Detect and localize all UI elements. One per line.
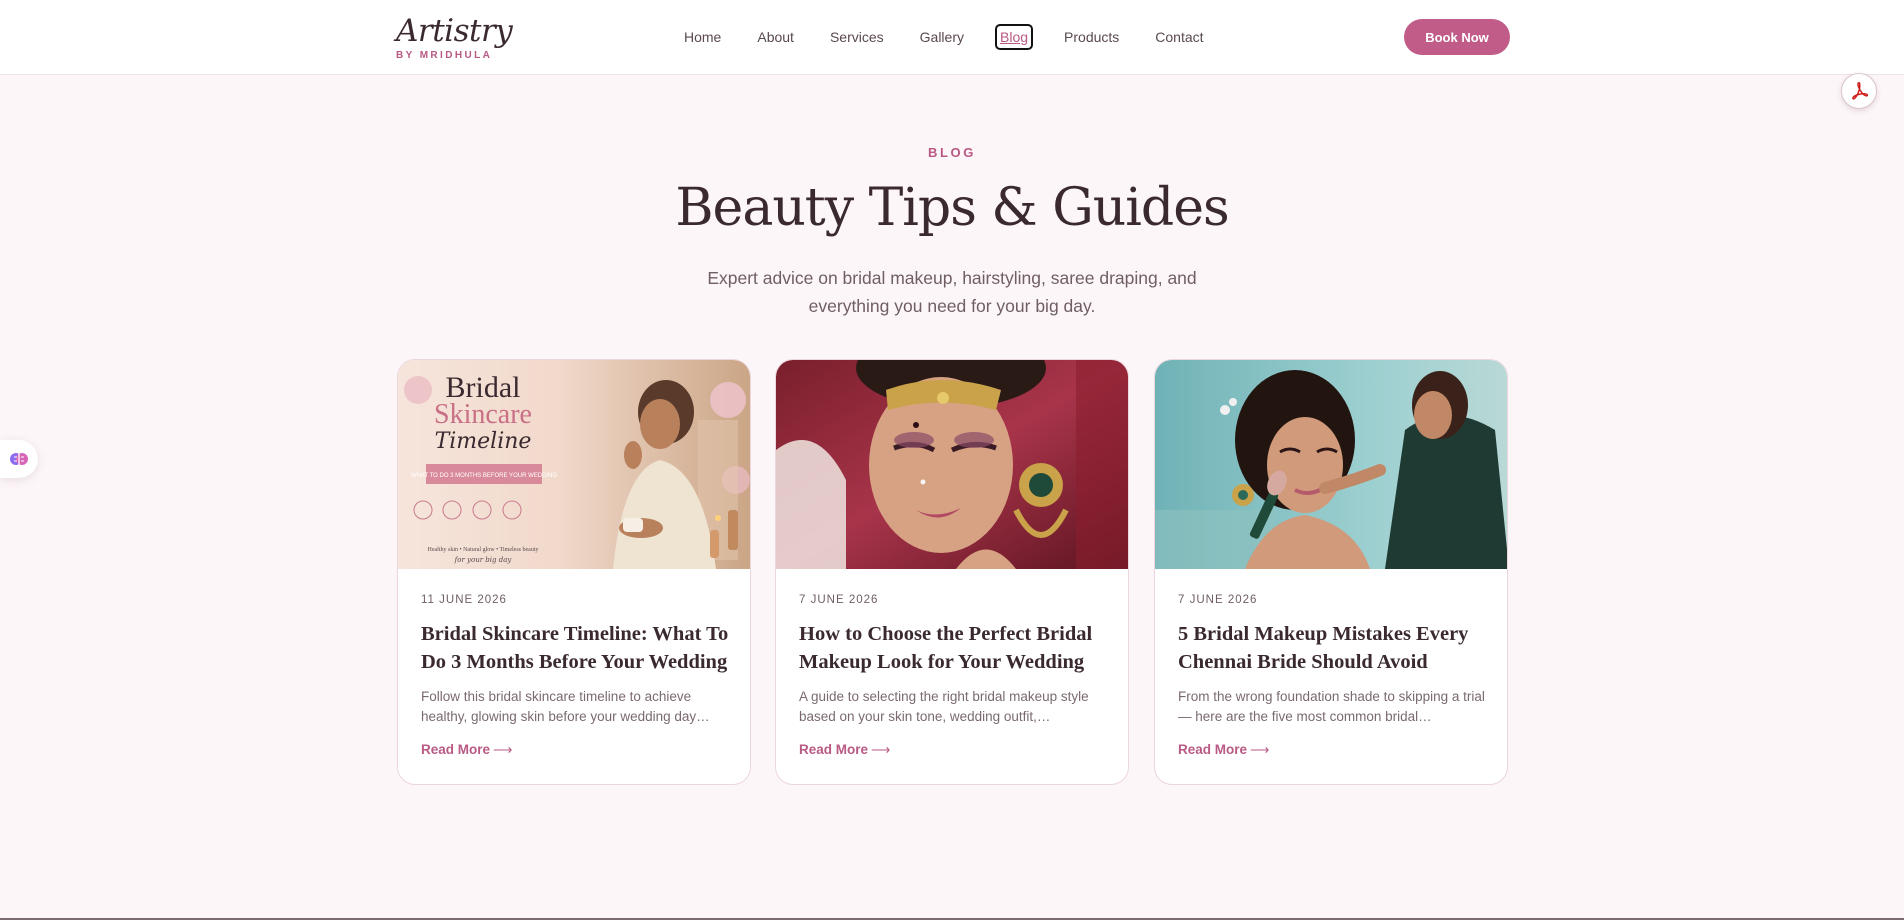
post-date: 7 JUNE 2026 <box>1178 594 1258 606</box>
post-image[interactable]: Bridal Skincare Timeline WHAT TO DO 3 MO… <box>398 360 750 569</box>
arrow-right-icon: ⟶ <box>493 742 513 757</box>
arrow-right-icon: ⟶ <box>871 742 891 757</box>
post-excerpt-text: Follow this bridal skincare timeline to … <box>421 689 710 724</box>
blog-card[interactable]: 7 JUNE 2026 5 Bridal Makeup Mistakes Eve… <box>1154 359 1508 785</box>
nav-link-gallery[interactable]: Gallery <box>918 27 966 47</box>
nav-link-home[interactable]: Home <box>682 27 723 47</box>
page-title: Beauty Tips & Guides <box>675 178 1229 238</box>
read-more-label: Read More <box>421 742 491 757</box>
skincare-timeline-image: Bridal Skincare Timeline WHAT TO DO 3 MO… <box>398 360 750 569</box>
nav-link-about[interactable]: About <box>755 27 796 47</box>
brain-icon <box>10 453 28 465</box>
pdf-button[interactable] <box>1841 73 1877 109</box>
blog-card[interactable]: 7 JUNE 2026 How to Choose the Perfect Br… <box>775 359 1129 785</box>
site-header: Artistry BY MRIDHULA Home About Services… <box>0 0 1904 75</box>
assistant-button[interactable] <box>0 440 38 478</box>
nav-link-blog[interactable]: Blog <box>994 24 1034 50</box>
section-eyebrow: BLOG <box>928 145 976 160</box>
post-excerpt: From the wrong foundation shade to skipp… <box>1178 687 1490 727</box>
nav-item: Home <box>682 27 723 47</box>
post-image[interactable] <box>776 360 1128 569</box>
svg-text:Timeline: Timeline <box>435 429 532 454</box>
bridal-makeup-photo <box>776 360 1128 569</box>
pdf-icon <box>1852 82 1869 100</box>
makeup-artist-photo <box>1155 360 1507 569</box>
nav-link-contact[interactable]: Contact <box>1153 27 1205 47</box>
arrow-right-icon: ⟶ <box>1250 742 1270 757</box>
post-date: 7 JUNE 2026 <box>799 594 879 606</box>
blog-card[interactable]: Bridal Skincare Timeline WHAT TO DO 3 MO… <box>397 359 751 785</box>
svg-text:WHAT TO DO 3 MONTHS BEFORE YOU: WHAT TO DO 3 MONTHS BEFORE YOUR WEDDING <box>411 473 557 479</box>
read-more-label: Read More <box>799 742 869 757</box>
nav-item: Contact <box>1153 27 1205 47</box>
book-now-button[interactable]: Book Now <box>1404 19 1510 55</box>
post-excerpt: Follow this bridal skincare timeline to … <box>421 687 733 727</box>
svg-text:Healthy skin • Natural glow •: Healthy skin • Natural glow • Timeless b… <box>427 547 538 553</box>
main-nav: Home About Services Gallery Blog Product… <box>682 24 1206 50</box>
nav-item: Services <box>828 27 886 47</box>
page-subtitle: Expert advice on bridal makeup, hairstyl… <box>707 268 1197 316</box>
read-more-label: Read More <box>1178 742 1248 757</box>
nav-item: Products <box>1062 27 1121 47</box>
post-image[interactable] <box>1155 360 1507 569</box>
post-excerpt: A guide to selecting the right bridal ma… <box>799 687 1111 727</box>
read-more-link[interactable]: Read More ⟶ <box>1178 742 1269 758</box>
post-title[interactable]: How to Choose the Perfect Bridal Makeup … <box>799 620 1111 676</box>
nav-item: Gallery <box>918 27 966 47</box>
nav-link-services[interactable]: Services <box>828 27 886 47</box>
read-more-link[interactable]: Read More ⟶ <box>799 742 890 758</box>
post-excerpt-text: A guide to selecting the right bridal ma… <box>799 689 1089 724</box>
nav-item: Blog <box>994 24 1034 50</box>
post-date: 11 JUNE 2026 <box>421 594 507 606</box>
svg-text:Skincare: Skincare <box>434 399 532 430</box>
nav-link-products[interactable]: Products <box>1062 27 1121 47</box>
svg-text:for your big day: for your big day <box>454 556 513 564</box>
read-more-link[interactable]: Read More ⟶ <box>421 742 512 758</box>
site-logo[interactable]: Artistry BY MRIDHULA <box>396 13 513 61</box>
logo-tagline: BY MRIDHULA <box>396 50 493 61</box>
logo-wordmark: Artistry <box>396 13 513 49</box>
post-excerpt-text: From the wrong foundation shade to skipp… <box>1178 689 1485 724</box>
post-title[interactable]: 5 Bridal Makeup Mistakes Every Chennai B… <box>1178 620 1490 676</box>
nav-item: About <box>755 27 796 47</box>
post-title[interactable]: Bridal Skincare Timeline: What To Do 3 M… <box>421 620 733 676</box>
